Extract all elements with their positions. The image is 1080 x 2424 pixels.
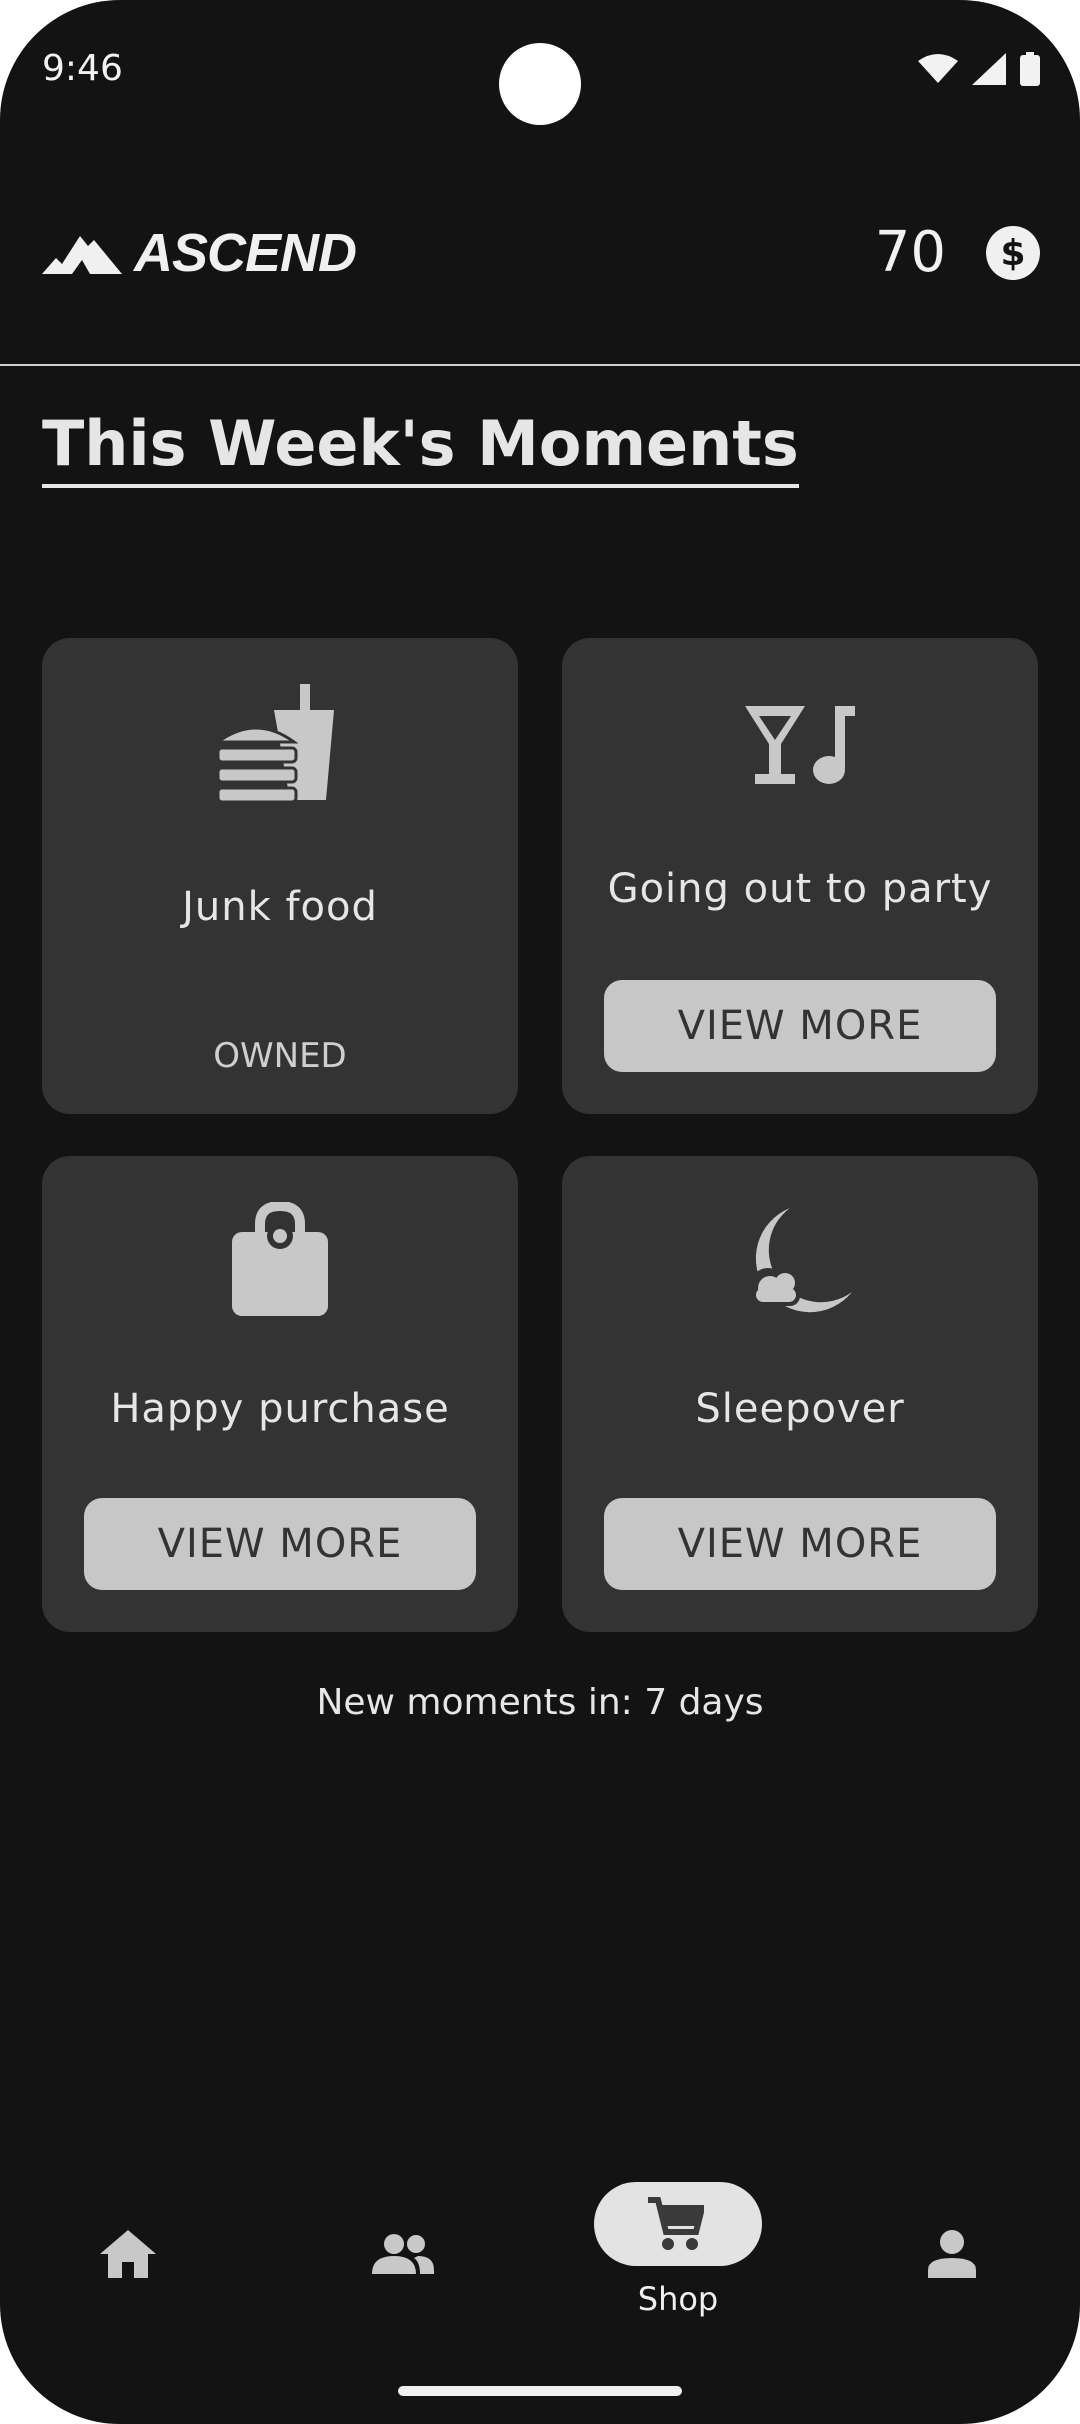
wifi-icon [918,54,958,83]
owned-badge: OWNED [213,1036,347,1076]
person-icon[interactable] [928,2230,976,2278]
dollar-coin-icon: $ [986,225,1040,280]
phone-screen: 9:46 ASCEND 70 $ This Week's Moments Jun… [0,0,1080,2424]
logo-text: ASCEND [134,223,357,283]
shopping-bag-icon [232,1202,328,1316]
new-moments-countdown: New moments in: 7 days [316,1682,764,1723]
moment-label: Going out to party [607,866,993,912]
view-more-button[interactable]: VIEW MORE [84,1498,476,1590]
coin-balance[interactable]: 70 $ [875,220,1040,285]
home-indicator[interactable] [398,2386,682,2396]
moment-card-party[interactable]: Going out to party VIEW MORE [562,638,1038,1114]
coin-count: 70 [874,220,946,285]
moment-label: Junk food [182,884,378,930]
signal-icon [972,53,1006,85]
cart-icon[interactable] [648,2196,704,2252]
camera-cutout [499,43,581,125]
moment-card-sleepover[interactable]: Sleepover VIEW MORE [562,1156,1038,1632]
battery-icon [1020,52,1040,86]
page-title: This Week's Moments [42,408,799,488]
night-cloud-icon [750,1208,852,1313]
moment-card-junk-food[interactable]: Junk food OWNED [42,638,518,1114]
header-divider [0,364,1080,366]
app-logo: ASCEND [42,222,357,284]
svg-text:$: $ [1000,233,1025,274]
nav-shop-label[interactable]: Shop [594,2280,762,2318]
home-icon[interactable] [100,2230,156,2278]
nightlife-icon [745,706,855,784]
moment-label: Happy purchase [110,1386,450,1432]
fastfood-icon [218,684,334,804]
people-icon[interactable] [372,2234,434,2274]
status-time: 9:46 [42,48,123,89]
mountain-logo-icon [42,236,122,274]
view-more-button[interactable]: VIEW MORE [604,980,996,1072]
moment-label: Sleepover [695,1386,905,1432]
moment-card-happy-purchase[interactable]: Happy purchase VIEW MORE [42,1156,518,1632]
status-icons [918,52,1040,86]
view-more-button[interactable]: VIEW MORE [604,1498,996,1590]
